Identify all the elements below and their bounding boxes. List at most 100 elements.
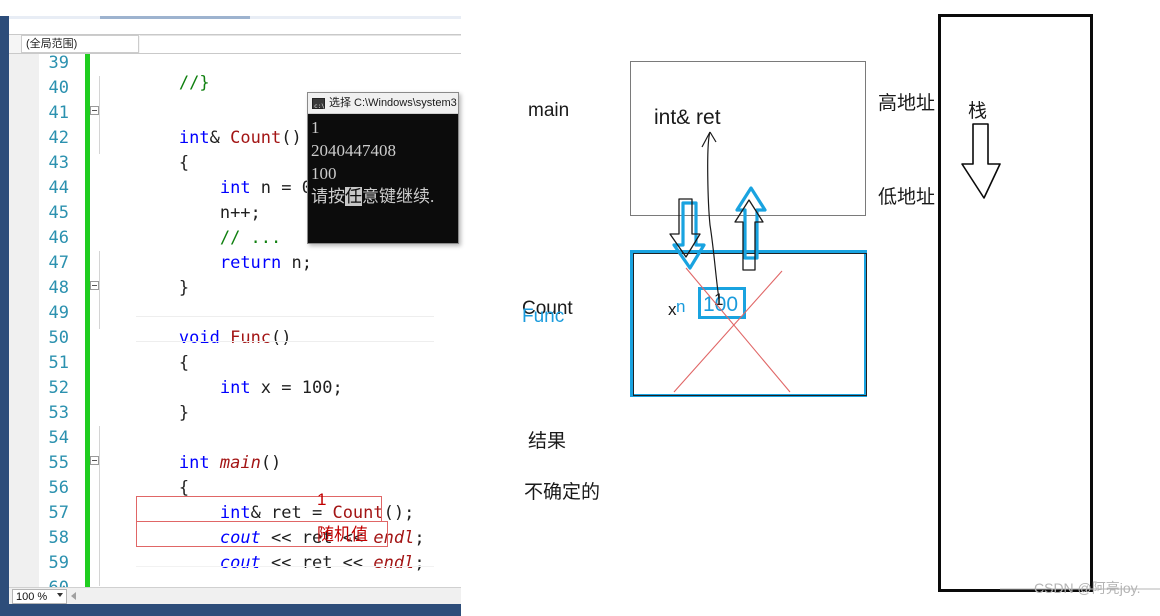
scope-dropdown[interactable]: (全局范围) <box>21 35 139 53</box>
line-number: 51 <box>48 353 69 373</box>
line-number: 45 <box>48 203 69 223</box>
result-value-label: 不确定的 <box>524 482 601 503</box>
code-token: int <box>219 378 251 398</box>
screenshot-root: (全局范围) 39 40 41 42 43 44 45 46 47 48 49 … <box>0 0 1160 616</box>
member-dropdown[interactable] <box>140 35 461 53</box>
code-token: //} <box>178 73 210 93</box>
highlight-box-line57 <box>136 496 382 522</box>
code-token: () <box>271 328 292 348</box>
change-indicator-bar <box>85 54 90 587</box>
line-number: 47 <box>48 253 69 273</box>
line-number: 43 <box>48 153 69 173</box>
annotation-line57: 1 <box>317 490 327 509</box>
annotation-line58: 随机值 <box>317 525 368 544</box>
main-frame-label: main <box>528 100 570 121</box>
code-line-47: } <box>97 251 189 298</box>
line-number: 50 <box>48 328 69 348</box>
console-icon <box>312 97 325 113</box>
code-token: cout <box>219 553 261 573</box>
stack-label: 栈 <box>968 101 988 122</box>
code-line-50: { <box>97 326 189 373</box>
line-number: 49 <box>48 303 69 323</box>
console-line-2: 2040447408 <box>311 141 396 160</box>
code-token: return <box>219 253 282 273</box>
code-line-43: int n = 0; <box>97 151 322 198</box>
main-stack-frame-box <box>630 61 866 216</box>
low-address-label: 低地址 <box>878 187 936 208</box>
console-title-bar[interactable]: 选择 C:\Windows\system3 <box>308 93 458 114</box>
code-line-39: //} <box>97 54 210 93</box>
code-token: () <box>260 453 282 473</box>
code-line-42: { <box>97 126 189 173</box>
code-token: n; <box>281 253 312 273</box>
faint-rule <box>136 341 434 342</box>
code-line-54: int main() <box>97 426 281 473</box>
chevron-down-icon[interactable] <box>57 593 63 597</box>
code-token: main <box>219 453 261 473</box>
console-output: 1 2040447408 100 请按任意键继续. <box>308 114 458 243</box>
n-variable-label: n <box>676 297 686 316</box>
editor-status-bar: 100 % <box>9 587 461 604</box>
console-line-1: 1 <box>311 118 320 137</box>
window-frame-left <box>0 16 9 608</box>
line-number: 44 <box>48 178 69 198</box>
line-number: 58 <box>48 528 69 548</box>
code-line-45: // ... <box>97 201 281 248</box>
code-token: } <box>178 403 190 423</box>
func-frame-label: Func <box>522 306 565 327</box>
line-number: 40 <box>48 78 69 98</box>
code-token: Count <box>230 128 282 148</box>
count-stack-frame-box-inner <box>633 253 867 396</box>
code-line-46: return n; <box>97 226 312 273</box>
code-token: x = 100; <box>250 378 343 398</box>
console-prompt-suffix: 意键继续. <box>362 187 435 206</box>
line-number: 53 <box>48 403 69 423</box>
value-1-label: 1 <box>714 290 724 309</box>
scroll-left-icon[interactable] <box>71 592 76 600</box>
stack-region-box <box>938 14 1093 592</box>
console-prompt-selection: 任 <box>345 187 362 206</box>
line-number: 41 <box>48 103 69 123</box>
high-address-label: 高地址 <box>878 93 936 114</box>
window-frame-bottom <box>0 603 461 616</box>
faint-rule <box>136 566 434 567</box>
code-token: ; <box>414 553 425 573</box>
code-token: endl <box>373 553 415 573</box>
console-window[interactable]: 选择 C:\Windows\system3 1 2040447408 100 请… <box>307 92 459 244</box>
line-number: 48 <box>48 278 69 298</box>
ret-variable-label: int& ret <box>654 106 721 129</box>
code-line-49: void Func() <box>97 301 292 348</box>
window-tab-shadow <box>100 16 250 19</box>
console-prompt-prefix: 请按 <box>311 187 345 206</box>
line-number: 42 <box>48 128 69 148</box>
result-label: 结果 <box>528 431 567 452</box>
line-number: 46 <box>48 228 69 248</box>
code-line-60: Func(); <box>97 576 292 587</box>
line-number: 39 <box>48 54 69 73</box>
line-number: 54 <box>48 428 69 448</box>
watermark: CSDN @阿亮joy. <box>1034 580 1141 596</box>
code-token: << ret << <box>260 553 374 573</box>
console-line-3: 100 <box>311 164 337 183</box>
code-line-55: { <box>97 451 189 498</box>
line-number: 55 <box>48 453 69 473</box>
line-number: 52 <box>48 378 69 398</box>
code-line-41: int& Count() <box>97 101 302 148</box>
line-number: 59 <box>48 553 69 573</box>
code-line-44: n++; <box>97 176 261 223</box>
code-token: & <box>209 128 231 148</box>
code-line-51: int x = 100; <box>97 351 343 398</box>
code-token: } <box>178 278 190 298</box>
navigation-bar: (全局范围) <box>9 34 461 54</box>
line-number: 56 <box>48 478 69 498</box>
code-token: () <box>281 128 302 148</box>
console-title-text: 选择 C:\Windows\system3 <box>329 97 457 109</box>
line-number: 57 <box>48 503 69 523</box>
line-number: 60 <box>9 576 69 587</box>
faint-rule <box>136 316 434 317</box>
code-line-52: } <box>97 376 189 423</box>
code-token: Func <box>230 328 272 348</box>
